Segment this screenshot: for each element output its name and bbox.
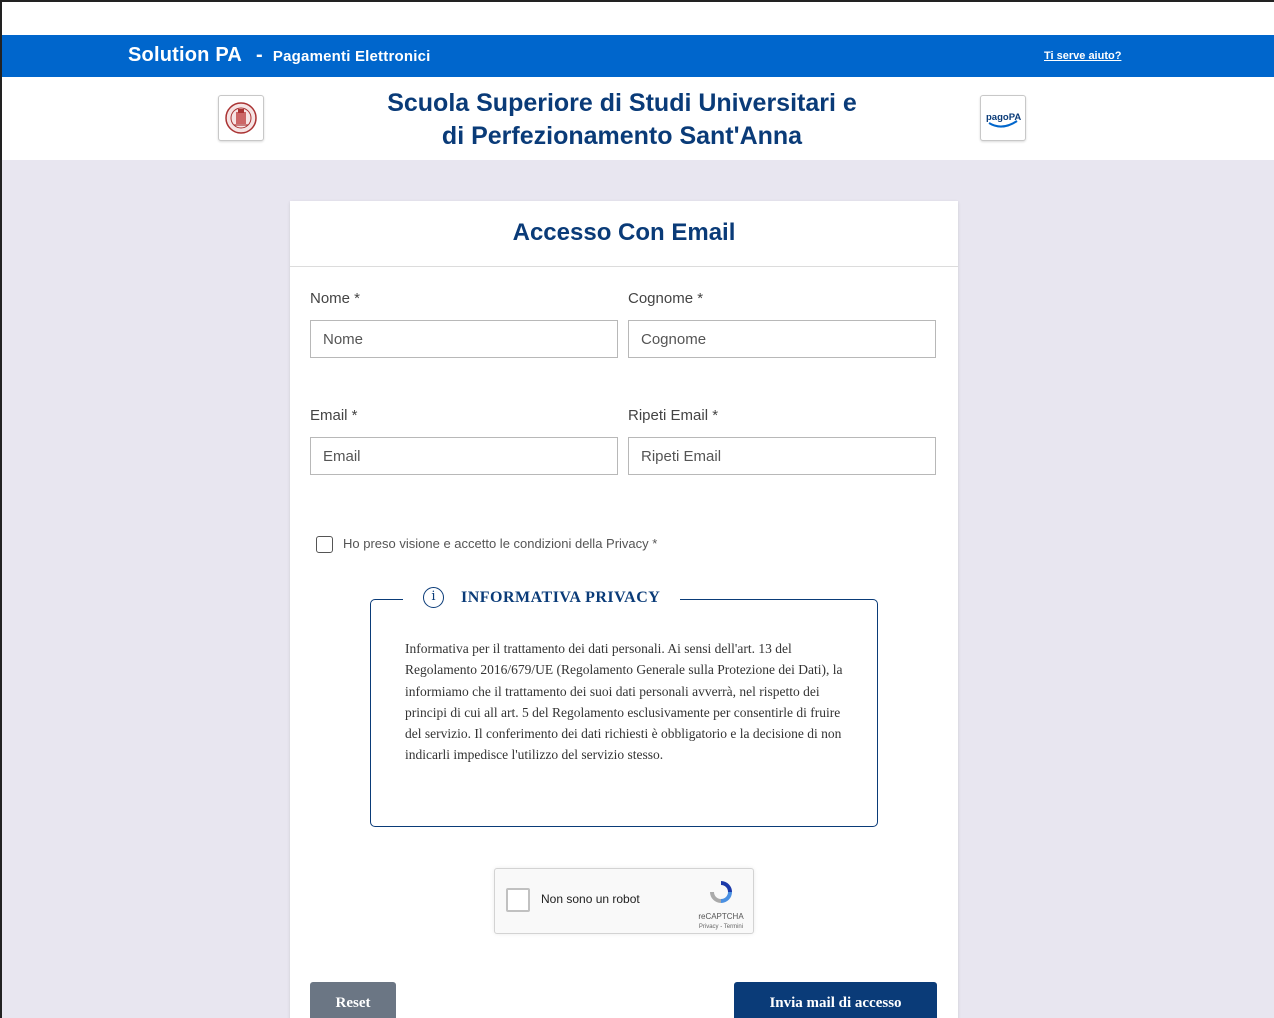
- cognome-input[interactable]: [628, 320, 936, 358]
- pagopa-logo-icon: pagoPA: [980, 95, 1026, 141]
- email-label: Email *: [310, 407, 358, 424]
- card-title: Accesso Con Email: [290, 201, 958, 267]
- recaptcha-brand: reCAPTCHA: [698, 912, 744, 921]
- org-title-line2: di Perfezionamento Sant'Anna: [441, 122, 803, 150]
- reset-button[interactable]: Reset: [310, 982, 396, 1018]
- privacy-info-box: i INFORMATIVA PRIVACY Informativa per il…: [370, 587, 878, 827]
- recaptcha-icon: [710, 881, 732, 903]
- recaptcha-widget: Non sono un robot reCAPTCHA Privacy - Te…: [494, 868, 754, 934]
- university-seal-icon: [218, 95, 264, 141]
- recaptcha-links[interactable]: Privacy - Termini: [693, 924, 749, 930]
- info-icon: i: [423, 587, 444, 608]
- brand-separator: -: [256, 44, 263, 66]
- org-title-line1: Scuola Superiore di Studi Universitari e: [387, 89, 857, 117]
- send-access-email-button[interactable]: Invia mail di accesso: [734, 982, 937, 1018]
- privacy-info-legend: i INFORMATIVA PRIVACY: [403, 587, 681, 608]
- recaptcha-checkbox[interactable]: [506, 888, 530, 912]
- nome-label: Nome *: [310, 290, 361, 307]
- browser-frame: Solution PA - Pagamenti Elettronici Ti ser…: [0, 0, 1274, 1018]
- brand-subtitle: Pagamenti Elettronici: [272, 48, 431, 65]
- recaptcha-label: Non sono un robot: [541, 892, 640, 906]
- brand: Solution PA - Pagamenti Elettronici: [128, 44, 431, 67]
- nome-input[interactable]: [310, 320, 618, 358]
- privacy-info-text: Informativa per il trattamento dei dati …: [405, 641, 843, 763]
- email-input[interactable]: [310, 437, 618, 475]
- top-bar: Solution PA - Pagamenti Elettronici Ti ser…: [2, 35, 1274, 77]
- privacy-checkbox[interactable]: [316, 536, 333, 553]
- recaptcha-logo: reCAPTCHA Privacy - Termini: [693, 878, 749, 930]
- cognome-label: Cognome *: [628, 290, 704, 307]
- privacy-info-title: INFORMATIVA PRIVACY: [461, 588, 661, 606]
- org-header: Scuola Superiore di Studi Universitari e…: [2, 77, 1274, 160]
- top-strip: [2, 2, 1274, 35]
- ripeti-email-label: Ripeti Email *: [628, 407, 719, 424]
- org-title: Scuola Superiore di Studi Universitari e…: [322, 87, 922, 153]
- privacy-checkbox-label: Ho preso visione e accetto le condizioni…: [343, 536, 658, 551]
- brand-name: Solution PA: [128, 44, 243, 66]
- help-link[interactable]: Ti serve aiuto?: [1044, 50, 1121, 62]
- ripeti-email-input[interactable]: [628, 437, 936, 475]
- login-card: Accesso Con Email Nome * Cognome * Email…: [290, 201, 958, 1018]
